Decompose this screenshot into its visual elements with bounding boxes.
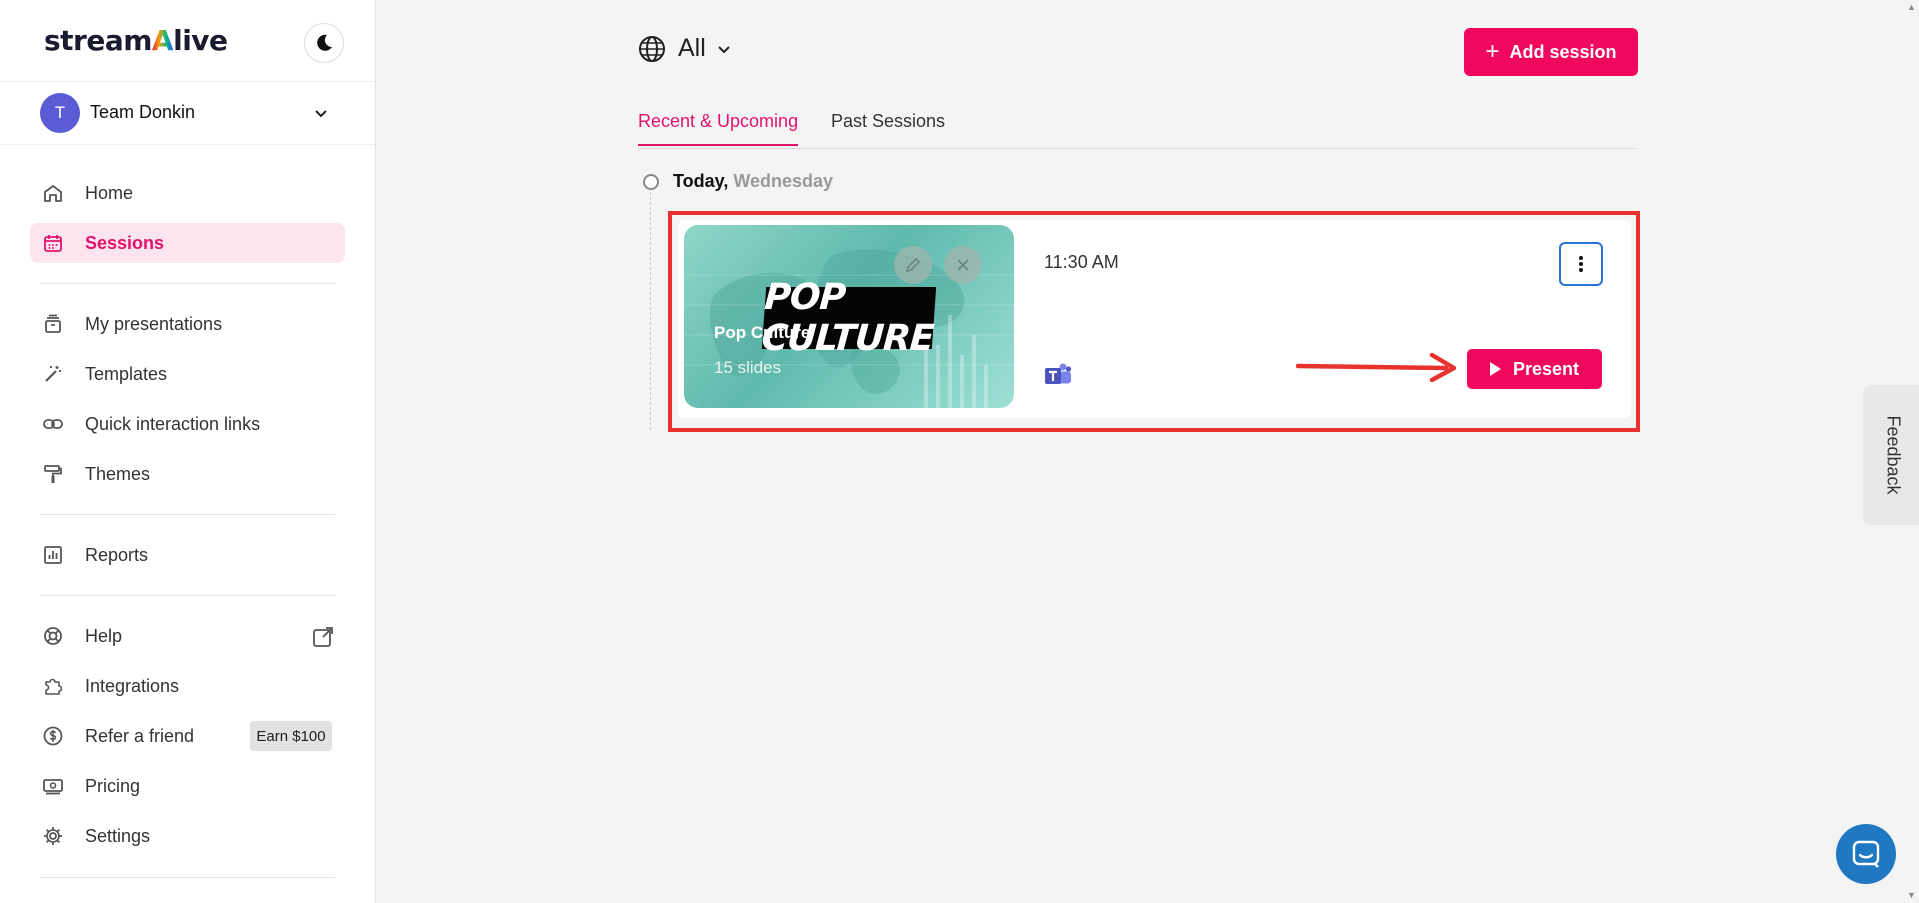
chevron-down-icon [315, 110, 327, 118]
sidebar-item-label: My presentations [85, 313, 223, 334]
delete-button[interactable] [944, 246, 982, 284]
link-icon [41, 412, 65, 436]
tab-past-sessions[interactable]: Past Sessions [831, 111, 945, 144]
slide-count: 15 slides [714, 358, 782, 377]
kebab-menu-icon [1579, 256, 1583, 272]
annotation-arrow [1296, 352, 1457, 382]
date-day: Today, [673, 171, 729, 191]
feedback-tab[interactable]: Feedback [1863, 385, 1919, 525]
feedback-label: Feedback [1883, 415, 1904, 495]
moon-icon [317, 34, 332, 51]
tab-recent-upcoming[interactable]: Recent & Upcoming [638, 111, 799, 146]
sidebar-item-label: Settings [85, 825, 151, 846]
lifebuoy-icon [41, 624, 65, 648]
more-options-button[interactable] [1559, 242, 1603, 286]
paint-roller-icon [41, 462, 65, 486]
chat-launcher-button[interactable] [1836, 824, 1896, 884]
language-filter-dropdown[interactable]: All [638, 34, 732, 63]
sidebar-item-templates[interactable]: Templates [30, 354, 345, 394]
dark-mode-toggle-button[interactable] [304, 23, 344, 63]
calendar-icon [41, 231, 65, 255]
bar-chart-icon [41, 543, 65, 567]
sidebar-item-home[interactable]: Home [30, 173, 345, 213]
archive-icon [41, 312, 65, 336]
earn-badge: Earn $100 [250, 721, 332, 751]
add-session-label: Add session [1509, 41, 1617, 62]
filter-label: All [678, 34, 706, 62]
cash-icon [41, 774, 65, 798]
team-switcher[interactable]: T Team Donkin [0, 81, 375, 145]
session-tabs: Recent & Upcoming Past Sessions [638, 108, 1637, 149]
session-title: Pop Culture [714, 323, 811, 342]
sidebar-item-sessions[interactable]: Sessions [30, 223, 345, 263]
present-label: Present [1512, 358, 1580, 379]
chat-icon [1852, 840, 1880, 868]
sidebar-item-label: Help [85, 625, 123, 646]
sidebar-item-label: Templates [85, 363, 168, 384]
sidebar-item-settings[interactable]: Settings [30, 816, 345, 856]
sidebar-divider [40, 283, 335, 284]
sidebar-item-reports[interactable]: Reports [30, 535, 345, 575]
close-icon [957, 259, 969, 271]
pencil-icon [905, 257, 921, 273]
sidebar-item-label: Sessions [85, 232, 165, 253]
session-time: 11:30 AM [1044, 252, 1119, 272]
sidebar-item-label: Integrations [85, 675, 180, 696]
timeline-dot [643, 174, 659, 190]
date-weekday: Wednesday [733, 171, 834, 191]
session-thumbnail[interactable]: POP CULTURE Pop Culture 15 slides [684, 225, 1014, 408]
edit-button[interactable] [894, 246, 932, 284]
sidebar-item-integrations[interactable]: Integrations [30, 666, 345, 706]
puzzle-icon [41, 674, 65, 698]
date-heading: Today, Wednesday [673, 171, 833, 192]
microsoft-teams-icon [1045, 363, 1072, 384]
present-button[interactable]: Present [1467, 349, 1602, 389]
timeline-line [650, 192, 651, 430]
sidebar-item-pricing[interactable]: Pricing [30, 766, 345, 806]
home-icon [41, 181, 65, 205]
play-icon [1489, 362, 1501, 376]
globe-icon [639, 35, 665, 62]
external-link-icon[interactable] [312, 626, 334, 648]
sidebar-item-themes[interactable]: Themes [30, 454, 345, 494]
dollar-icon [41, 724, 65, 748]
add-session-button[interactable]: + Add session [1464, 28, 1638, 76]
sidebar: streamAlive T Team Donkin Home Sessions … [0, 0, 376, 903]
sidebar-item-label: Refer a friend [85, 725, 195, 746]
sidebar-item-label: Themes [85, 463, 151, 484]
scroll-up-icon[interactable]: ▲ [1907, 2, 1916, 12]
magic-wand-icon [41, 362, 65, 386]
sidebar-item-label: Quick interaction links [85, 413, 261, 434]
sidebar-divider [40, 514, 335, 515]
sidebar-item-help[interactable]: Help [30, 616, 345, 656]
plus-icon: + [1485, 38, 1500, 65]
sidebar-item-my-presentations[interactable]: My presentations [30, 304, 345, 344]
scroll-down-icon[interactable]: ▼ [1907, 890, 1916, 900]
sidebar-item-quick-interaction-links[interactable]: Quick interaction links [30, 404, 345, 444]
gear-icon [41, 824, 65, 848]
sidebar-item-label: Home [85, 182, 134, 203]
sidebar-item-label: Reports [85, 544, 149, 565]
team-avatar: T [40, 93, 80, 133]
streamalive-logo[interactable]: streamAlive [44, 24, 228, 57]
sidebar-divider [40, 595, 335, 596]
sidebar-item-label: Pricing [85, 775, 141, 796]
chevron-down-icon [718, 45, 730, 53]
sidebar-divider [40, 877, 335, 878]
team-name: Team Donkin [90, 102, 196, 122]
